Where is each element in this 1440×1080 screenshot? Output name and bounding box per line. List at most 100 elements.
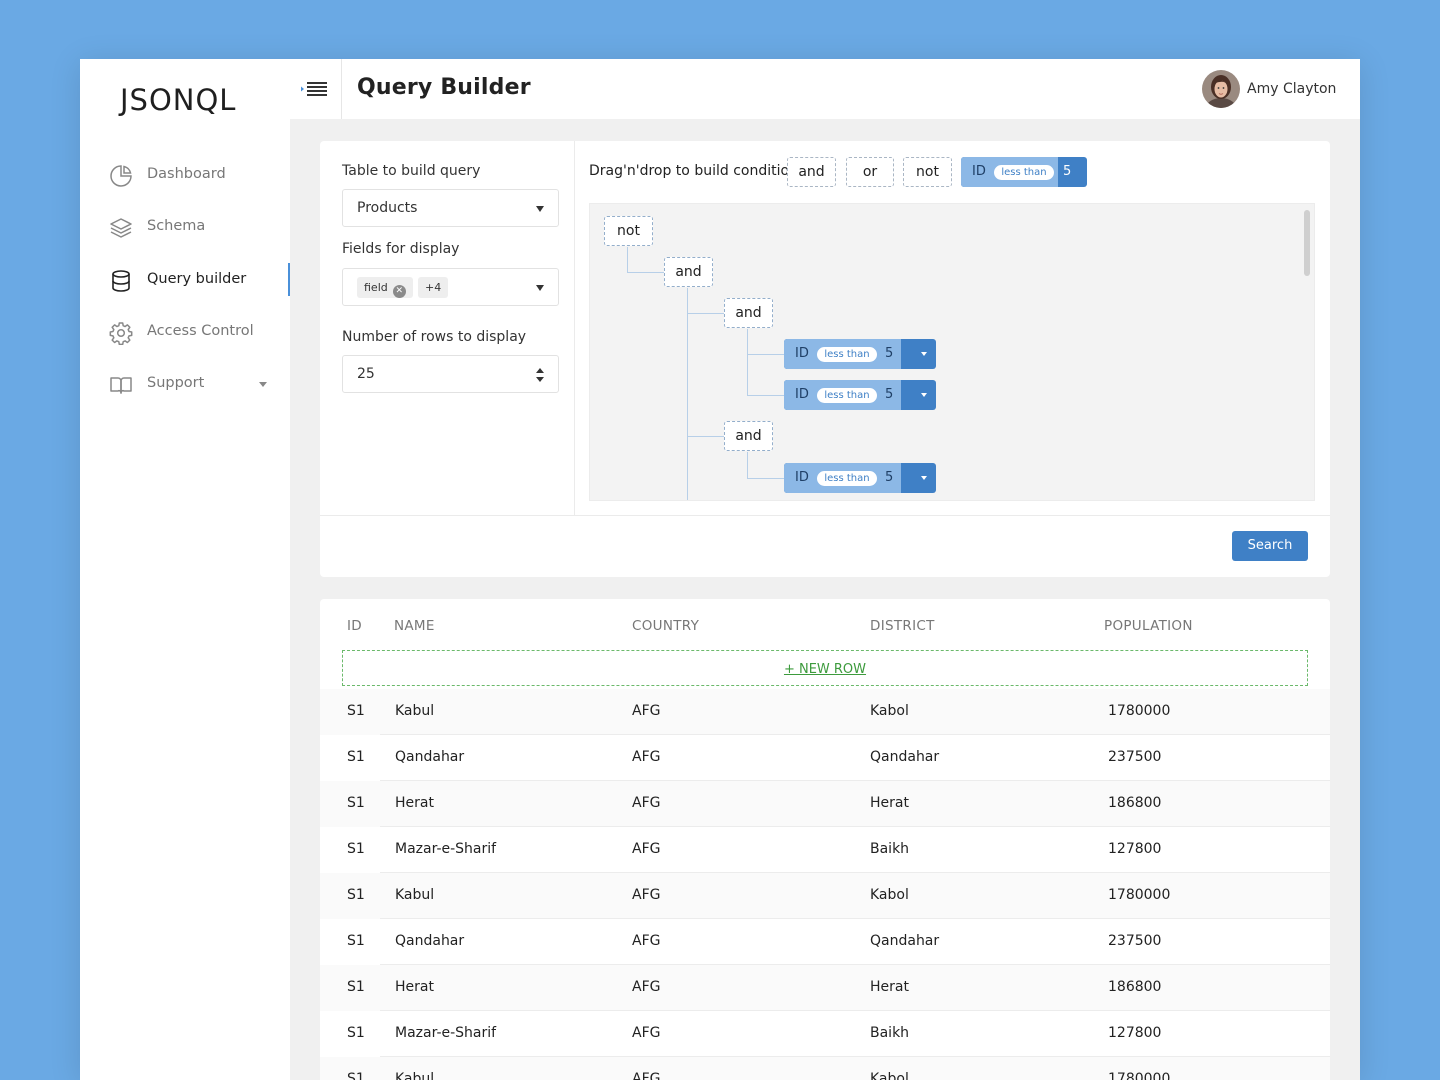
column-header-id[interactable]: ID [347, 618, 362, 634]
cell-country: AFG [632, 1071, 661, 1080]
cell-country: AFG [632, 795, 661, 811]
table-row[interactable]: S1 Kabul AFG Kabol 1780000 [320, 1057, 1330, 1080]
column-header-country[interactable]: COUNTRY [632, 618, 699, 634]
cell-population: 186800 [1108, 795, 1162, 811]
tree-and-node[interactable]: and [724, 298, 773, 328]
cell-id: S1 [347, 795, 365, 811]
sidebar-item-label: Dashboard [147, 166, 226, 182]
header: Query Builder Amy Clayton [290, 59, 1360, 119]
cell-district: Kabol [870, 1071, 909, 1080]
chevron-down-icon[interactable] [921, 352, 927, 356]
field-chip[interactable]: field ✕ [357, 277, 413, 298]
cell-name: Kabul [395, 887, 435, 903]
table-row[interactable]: S1 Kabul AFG Kabol 1780000 [320, 689, 1330, 735]
cell-district: Qandahar [870, 749, 940, 765]
avatar[interactable] [1202, 70, 1240, 108]
condition-value: 5 [1063, 164, 1072, 179]
cell-country: AFG [632, 887, 661, 903]
condition-value: 5 [885, 346, 894, 361]
gear-icon [109, 322, 133, 345]
cell-name: Mazar-e-Sharif [395, 1025, 497, 1041]
cell-district: Herat [870, 795, 909, 811]
menu-toggle-button[interactable] [290, 59, 342, 119]
palette-condition-token[interactable]: ID less than 5 [961, 157, 1087, 187]
tree-and-node[interactable]: and [724, 421, 773, 451]
book-icon [110, 377, 132, 394]
sidebar-item-support[interactable]: Support [80, 364, 290, 404]
table-select[interactable]: Products [342, 189, 559, 227]
field-chip-label: field [364, 281, 388, 294]
query-builder-card: Table to build query Products Fields for… [320, 141, 1330, 577]
chevron-down-icon[interactable] [921, 393, 927, 397]
rows-label: Number of rows to display [342, 329, 527, 345]
cell-name: Herat [395, 795, 434, 811]
cell-id: S1 [347, 841, 365, 857]
sidebar-item-access-control[interactable]: Access Control [80, 312, 290, 352]
cell-name: Qandahar [395, 749, 465, 765]
table-row[interactable]: S1 Qandahar AFG Qandahar 237500 [320, 735, 1330, 781]
more-fields-chip[interactable]: +4 [418, 277, 449, 298]
table-label: Table to build query [342, 163, 481, 179]
cell-population: 127800 [1108, 1025, 1162, 1041]
cell-population: 1780000 [1108, 1071, 1171, 1080]
cell-name: Kabul [395, 1071, 435, 1080]
condition-value: 5 [885, 470, 894, 485]
condition-tree-canvas[interactable]: not and and and ID less than 5 ID less t… [589, 203, 1315, 501]
cell-population: 1780000 [1108, 887, 1171, 903]
stepper-arrows-icon[interactable] [536, 368, 544, 382]
app-logo: JSONQL [120, 83, 237, 117]
condition-field: ID [795, 387, 809, 402]
rows-value: 25 [357, 366, 375, 382]
fields-multiselect[interactable]: field ✕ +4 [342, 268, 559, 306]
sidebar-item-dashboard[interactable]: Dashboard [80, 155, 290, 195]
tree-not-node[interactable]: not [604, 216, 653, 246]
query-settings-panel: Table to build query Products Fields for… [320, 141, 575, 516]
table-row[interactable]: S1 Mazar-e-Sharif AFG Baikh 127800 [320, 827, 1330, 873]
sidebar-item-schema[interactable]: Schema [80, 207, 290, 247]
palette-not-token[interactable]: not [903, 157, 952, 187]
condition-field: ID [795, 470, 809, 485]
app-window: JSONQL Dashboard Schema Query builder Ac… [80, 59, 1360, 1080]
tree-scrollbar[interactable] [1304, 210, 1310, 276]
database-icon [112, 270, 130, 292]
user-name[interactable]: Amy Clayton [1247, 81, 1336, 97]
chevron-down-icon [536, 206, 544, 212]
cell-name: Kabul [395, 703, 435, 719]
table-row[interactable]: S1 Herat AFG Herat 186800 [320, 965, 1330, 1011]
sidebar-item-query-builder[interactable]: Query builder [80, 260, 290, 300]
table-row[interactable]: S1 Herat AFG Herat 186800 [320, 781, 1330, 827]
table-row[interactable]: S1 Mazar-e-Sharif AFG Baikh 127800 [320, 1011, 1330, 1057]
sidebar-item-label: Query builder [147, 271, 247, 287]
column-header-district[interactable]: DISTRICT [870, 618, 935, 634]
sidebar-item-label: Schema [147, 218, 206, 234]
cell-name: Mazar-e-Sharif [395, 841, 497, 857]
cell-population: 1780000 [1108, 703, 1171, 719]
tree-condition[interactable]: ID less than 5 [784, 339, 936, 369]
page-title: Query Builder [357, 75, 531, 100]
cell-population: 237500 [1108, 933, 1162, 949]
column-header-population[interactable]: POPULATION [1104, 618, 1193, 634]
cell-id: S1 [347, 979, 365, 995]
tree-condition[interactable]: ID less than 5 [784, 380, 936, 410]
rows-stepper[interactable]: 25 [342, 355, 559, 393]
pie-chart-icon [110, 165, 132, 187]
cell-country: AFG [632, 1025, 661, 1041]
cell-id: S1 [347, 1025, 365, 1041]
palette-and-token[interactable]: and [787, 157, 836, 187]
new-row-label: + NEW ROW [783, 662, 867, 677]
sidebar-item-label: Support [147, 375, 205, 391]
condition-operator: less than [817, 471, 877, 486]
tree-condition[interactable]: ID less than 5 [784, 463, 936, 493]
tree-and-node[interactable]: and [664, 257, 713, 287]
cell-id: S1 [347, 1071, 365, 1080]
palette-or-token[interactable]: or [846, 157, 894, 187]
search-button[interactable]: Search [1232, 531, 1308, 561]
chevron-down-icon[interactable] [921, 476, 927, 480]
condition-operator: less than [994, 165, 1054, 180]
new-row-button[interactable]: + NEW ROW [342, 650, 1308, 686]
close-icon[interactable]: ✕ [392, 285, 406, 298]
table-row[interactable]: S1 Kabul AFG Kabol 1780000 [320, 873, 1330, 919]
column-header-name[interactable]: NAME [394, 618, 435, 634]
table-row[interactable]: S1 Qandahar AFG Qandahar 237500 [320, 919, 1330, 965]
cell-name: Qandahar [395, 933, 465, 949]
